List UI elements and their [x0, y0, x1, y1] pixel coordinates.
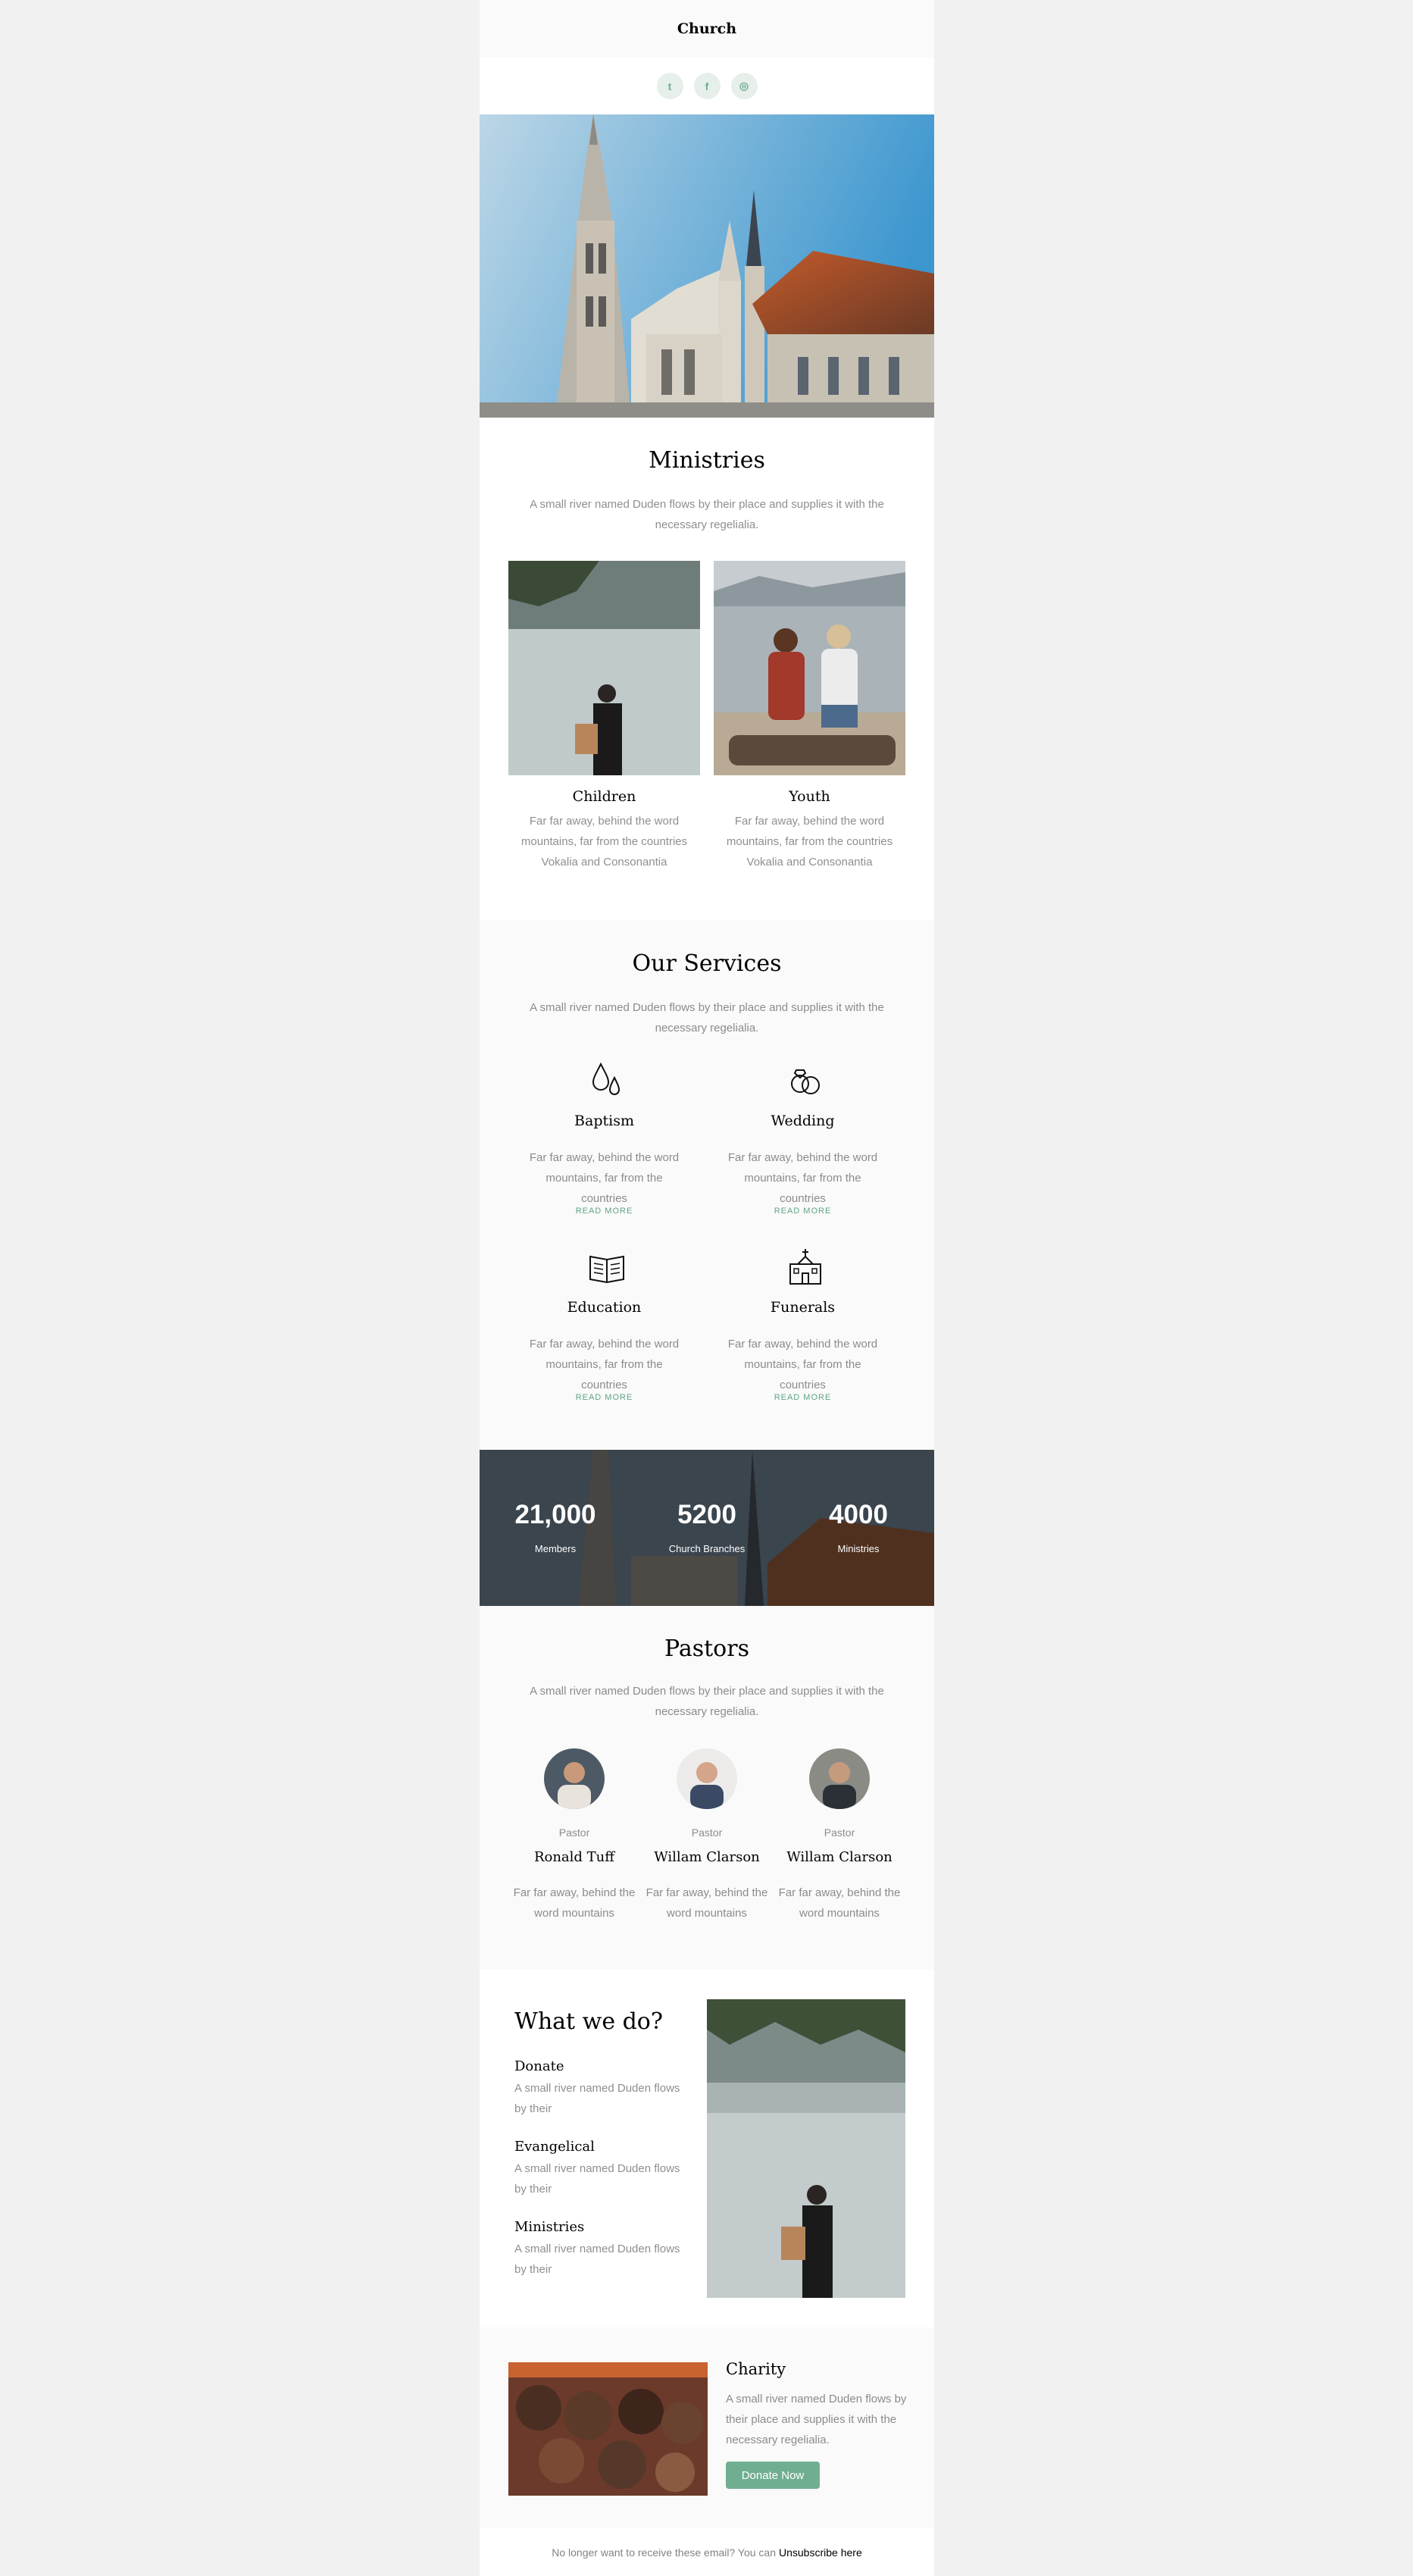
whatwedo-item-title: Ministries	[514, 2219, 585, 2235]
footer: No longer want to receive these email? Y…	[480, 2528, 934, 2576]
service-baptism-text: Far far away, behind the word mountains,…	[529, 1151, 680, 1205]
ministries-title: Ministries	[649, 447, 765, 474]
footer-text: No longer want to receive these email? Y…	[552, 2546, 776, 2559]
avatar	[544, 1748, 605, 1809]
stat-branches-value: 5200	[677, 1500, 736, 1529]
pastor-role: Pastor	[558, 1826, 590, 1839]
service-funerals-text: Far far away, behind the word mountains,…	[727, 1338, 878, 1391]
stat-branches-label: Church Branches	[668, 1543, 746, 1554]
service-education-text: Far far away, behind the word mountains,…	[529, 1338, 680, 1391]
stat-ministries-value: 4000	[829, 1500, 888, 1529]
whatwedo-item-title: Evangelical	[514, 2139, 595, 2155]
whatwedo-item-text: A small river named Duden flows by their	[514, 2082, 680, 2115]
service-baptism-title: Baptism	[574, 1113, 634, 1129]
unsubscribe-link[interactable]: Unsubscribe here	[779, 2546, 862, 2559]
baptism-read-more-link[interactable]: READ MORE	[508, 1207, 700, 1216]
logo[interactable]: Church	[677, 20, 736, 37]
stat-ministries-label: Ministries	[837, 1543, 880, 1554]
charity-image	[508, 2362, 708, 2496]
children-text: Far far away, behind the word mountains,…	[520, 815, 688, 869]
whatwedo-item-text: A small river named Duden flows by their	[514, 2243, 680, 2276]
youth-image	[714, 561, 905, 775]
education-read-more-link[interactable]: READ MORE	[508, 1393, 700, 1402]
pastor-text: Far far away, behind the word mountains	[646, 1886, 768, 1920]
twitter-icon[interactable]: t	[656, 73, 683, 99]
stats-banner: 21,000 Members 5200 Church Branches 4000…	[480, 1450, 934, 1606]
whatwedo-image	[707, 1999, 905, 2298]
facebook-icon[interactable]: f	[693, 73, 721, 99]
whatwedo-item-title: Donate	[514, 2058, 564, 2074]
instagram-icon[interactable]: ◎	[730, 73, 758, 99]
services-title: Our Services	[632, 950, 782, 977]
open-book-icon	[589, 1255, 624, 1284]
pastor-name: Ronald Tuff	[533, 1849, 615, 1865]
stat-members-label: Members	[534, 1543, 577, 1554]
service-wedding-text: Far far away, behind the word mountains,…	[727, 1151, 878, 1205]
pastor-name: Willam Clarson	[654, 1849, 760, 1865]
whatwedo-item-text: A small river named Duden flows by their	[514, 2162, 680, 2196]
services-subtitle: A small river named Duden flows by their…	[530, 1001, 884, 1034]
service-education-title: Education	[567, 1299, 642, 1316]
charity-text: A small river named Duden flows by their…	[726, 2393, 907, 2446]
social-links: t f ◎	[480, 58, 934, 114]
service-wedding-title: Wedding	[771, 1113, 835, 1129]
pastor-name: Willam Clarson	[786, 1849, 893, 1865]
youth-text: Far far away, behind the word mountains,…	[726, 815, 893, 869]
hero-image	[480, 114, 934, 418]
ministries-subtitle: A small river named Duden flows by their…	[530, 498, 884, 531]
pastor-role: Pastor	[691, 1826, 723, 1839]
avatar	[677, 1748, 737, 1809]
stat-members-value: 21,000	[514, 1500, 596, 1529]
charity-title: Charity	[726, 2360, 786, 2378]
water-drops-icon	[592, 1062, 621, 1095]
children-image	[508, 561, 700, 775]
funerals-read-more-link[interactable]: READ MORE	[707, 1393, 899, 1402]
pastor-text: Far far away, behind the word mountains	[513, 1886, 636, 1920]
children-title: Children	[572, 788, 636, 805]
pastors-title: Pastors	[664, 1635, 749, 1662]
pastor-role: Pastor	[824, 1826, 855, 1839]
youth-title: Youth	[789, 788, 830, 805]
header: Church	[480, 0, 934, 58]
donate-now-button[interactable]: Donate Now	[726, 2462, 820, 2489]
service-funerals-title: Funerals	[770, 1299, 836, 1316]
avatar	[809, 1748, 870, 1809]
whatwedo-title: What we do?	[514, 2008, 663, 2035]
wedding-read-more-link[interactable]: READ MORE	[707, 1207, 899, 1216]
pastors-subtitle: A small river named Duden flows by their…	[530, 1685, 884, 1718]
email-container: Church t f ◎ Ministries A small river na…	[480, 0, 934, 2576]
wedding-rings-icon	[791, 1069, 820, 1094]
pastor-text: Far far away, behind the word mountains	[778, 1886, 901, 1920]
church-building-icon	[789, 1249, 821, 1285]
